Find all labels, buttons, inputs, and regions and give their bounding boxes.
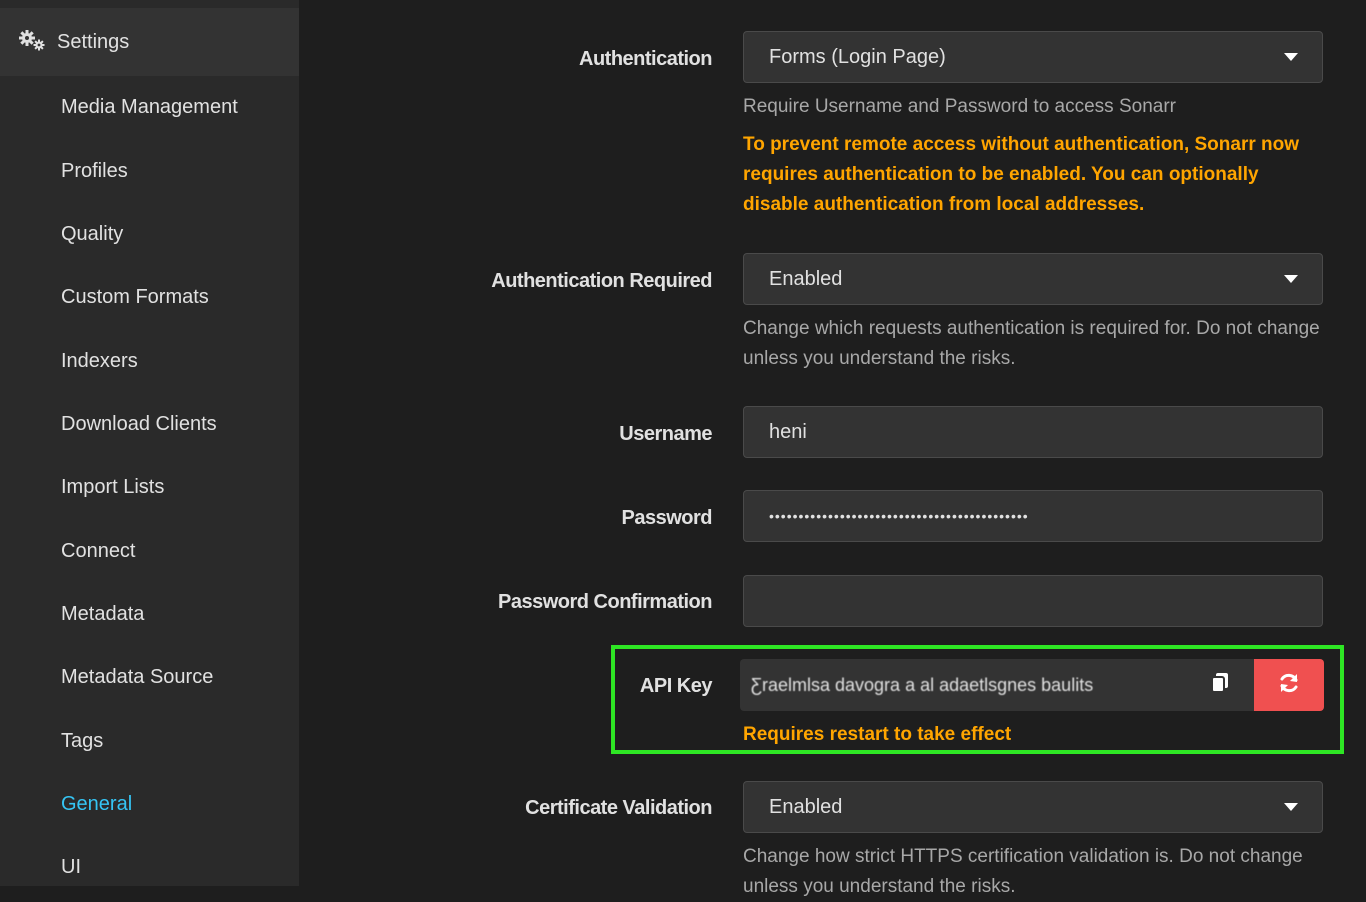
api-key-warning: Requires restart to take effect [743, 724, 1012, 745]
sidebar-header-label: Settings [57, 31, 130, 53]
authentication-label: Authentication [579, 48, 713, 70]
copy-api-key-button[interactable] [1190, 659, 1250, 711]
certificate-validation-label: Certificate Validation [525, 797, 712, 819]
sidebar-item-metadata-source[interactable]: Metadata Source [61, 665, 213, 689]
authentication-help: Require Username and Password to access … [743, 96, 1176, 117]
sidebar-item-connect[interactable]: Connect [61, 539, 136, 563]
certificate-validation-value: Enabled [769, 795, 843, 818]
chevron-down-icon [1284, 803, 1298, 811]
sidebar-item-settings[interactable]: Settings [0, 8, 299, 76]
sidebar-item-indexers[interactable]: Indexers [61, 349, 138, 373]
chevron-down-icon [1284, 275, 1298, 283]
password-value: ••••••••••••••••••••••••••••••••••••••••… [769, 508, 1029, 524]
authentication-required-label: Authentication Required [491, 270, 712, 292]
password-confirmation-input[interactable] [743, 575, 1323, 627]
sidebar-item-profiles[interactable]: Profiles [61, 159, 128, 183]
sidebar-item-media-management[interactable]: Media Management [61, 95, 238, 119]
sidebar-item-metadata[interactable]: Metadata [61, 602, 144, 626]
sidebar-item-download-clients[interactable]: Download Clients [61, 412, 217, 436]
regenerate-api-key-button[interactable] [1254, 659, 1324, 711]
api-key-input[interactable]: Ƹraelmlsa davogra a al adaetlsgnes bauli… [740, 659, 1254, 711]
chevron-down-icon [1284, 53, 1298, 61]
settings-sidebar: Settings Media Management Profiles Quali… [0, 0, 299, 886]
sidebar-item-tags[interactable]: Tags [61, 729, 103, 753]
certificate-validation-help: Change how strict HTTPS certification va… [743, 846, 1303, 897]
username-label: Username [619, 423, 712, 445]
authentication-warning: To prevent remote access without authent… [743, 134, 1300, 215]
username-value: heni [769, 420, 807, 443]
sidebar-item-custom-formats[interactable]: Custom Formats [61, 285, 209, 309]
authentication-select[interactable]: Forms (Login Page) [743, 31, 1323, 83]
certificate-validation-select[interactable]: Enabled [743, 781, 1323, 833]
authentication-value: Forms (Login Page) [769, 45, 946, 68]
password-label: Password [621, 507, 713, 529]
password-input[interactable]: ••••••••••••••••••••••••••••••••••••••••… [743, 490, 1323, 542]
authentication-required-value: Enabled [769, 267, 843, 290]
api-key-value: Ƹraelmlsa davogra a al adaetlsgnes bauli… [751, 674, 1094, 695]
refresh-icon [1278, 672, 1300, 699]
sidebar-item-quality[interactable]: Quality [61, 222, 123, 246]
authentication-required-help: Change which requests authentication is … [743, 318, 1320, 369]
sidebar-item-ui[interactable]: UI [61, 855, 81, 879]
authentication-required-select[interactable]: Enabled [743, 253, 1323, 305]
sidebar-item-import-lists[interactable]: Import Lists [61, 475, 164, 499]
username-input[interactable]: heni [743, 406, 1323, 458]
gears-icon [19, 30, 47, 52]
sidebar-item-general[interactable]: General [61, 792, 132, 816]
password-confirmation-label: Password Confirmation [498, 591, 712, 613]
api-key-label: API Key [639, 675, 713, 697]
clipboard-icon [1210, 672, 1230, 699]
